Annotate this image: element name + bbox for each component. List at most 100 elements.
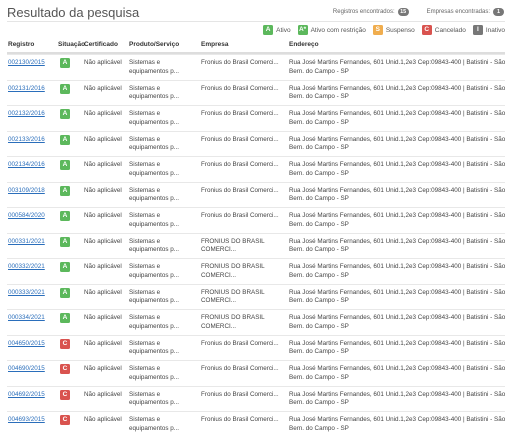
table-row: 000332/2021 A Não aplicável Sistemas e equip… [7,258,505,284]
certificado-cell: Não aplicável [84,416,122,423]
endereco-line: Bern. do Campo - SP [289,220,349,228]
situacao-cell: C [58,364,84,374]
empresa-line: Fronius do Brasil Comerci... [201,339,279,347]
registro-cell: 000333/2021 [8,289,58,298]
registro-link[interactable]: 003109/2018 [8,187,45,194]
registro-link[interactable]: 004692/2015 [8,391,45,398]
col-situacao[interactable]: Situação [58,41,85,50]
endereco-line: Bern. do Campo - SP [289,67,349,75]
produto-line: Sistemas e [129,84,161,92]
empresa-line: COMERCI... [201,246,236,253]
empresa-cell: Fronius do Brasil Comerci... [201,340,289,349]
situacao-cell: A [58,211,84,221]
status-badge: A [60,83,70,94]
registro-link[interactable]: 002134/2016 [8,161,45,168]
produto-line: equipamentos p... [129,399,180,406]
empresa-cell: Fronius do Brasil Comerci... [201,416,289,425]
status-badge: C [60,415,70,425]
endereco-cell: Rua José Martins Fernandes, 601 Unid.1,2… [289,110,505,127]
legend-status-icon: A [263,25,274,35]
status-badge: A [60,211,70,221]
table-row: 002134/2016 A Não aplicável Sistemas e equip… [7,156,505,182]
endereco-cell: Rua José Martins Fernandes, 601 Unid.1,2… [289,59,505,76]
endereco-cell: Rua José Martins Fernandes, 601 Unid.1,2… [289,289,505,306]
legend-status-icon: A* [297,25,308,35]
registro-link[interactable]: 004690/2015 [8,365,45,372]
endereco-line: Bern. do Campo - SP [289,195,349,202]
certificado-cell: Não aplicável [84,314,122,321]
table-row: 002132/2016 A Não aplicável Sistemas e equip… [7,105,505,131]
endereco-cell: Rua José Martins Fernandes, 601 Unid.1,2… [289,136,505,153]
registro-cell: 004693/2015 [8,416,58,425]
registro-link[interactable]: 000331/2021 [8,238,45,245]
endereco-line: Bern. do Campo - SP [289,399,349,406]
empresa-line: FRONIUS DO BRASIL [201,263,265,270]
registro-cell: 002133/2016 [8,136,58,145]
situacao-cell: A [58,83,84,94]
endereco-line: Rua José Martins Fernandes, 601 Unid.1,2… [289,416,505,423]
registro-link[interactable]: 002132/2016 [8,110,45,117]
registro-link[interactable]: 004693/2015 [8,416,45,423]
col-produto[interactable]: Produto/Serviço [129,41,201,50]
legend-label: Cancelado [434,26,466,34]
empresas-count: Empresas encontradas: 1 [427,8,504,16]
col-endereco[interactable]: Endereço [289,41,505,50]
empresa-cell: Fronius do Brasil Comerci... [201,391,289,400]
registro-link[interactable]: 000332/2021 [8,263,45,270]
endereco-line: Rua José Martins Fernandes, 601 Unid.1,2… [289,339,505,347]
registro-link[interactable]: 000334/2021 [8,314,45,321]
status-badge: A [60,134,70,145]
registro-link[interactable]: 002133/2016 [8,136,45,143]
table-row: 000333/2021 A Não aplicável Sistemas e equip… [7,283,505,310]
produto-cell: Sistemas e equipamentos p... [129,340,201,357]
col-registro[interactable]: Registro [8,41,58,50]
endereco-line: Rua José Martins Fernandes, 601 Unid.1,2… [289,390,505,398]
endereco-cell: Rua José Martins Fernandes, 601 Unid.1,2… [289,391,505,408]
registro-cell: 000334/2021 [8,314,58,323]
endereco-cell: Rua José Martins Fernandes, 601 Unid.1,2… [289,314,505,331]
empresa-cell: Fronius do Brasil Comerci... [201,161,289,170]
endereco-line: Rua José Martins Fernandes, 601 Unid.1,2… [289,314,505,321]
col-empresa[interactable]: Empresa [201,41,289,50]
certificado-cell: Não aplicável [84,212,122,219]
certificado-cell: Não aplicável [84,237,122,245]
status-badge: A [60,313,70,323]
endereco-line: Bern. do Campo - SP [289,93,349,100]
empresa-line: Fronius do Brasil Comerci... [201,186,279,194]
registro-cell: 003109/2018 [8,187,58,196]
certificado-cell: Não aplicável [84,365,122,372]
certificado-cell: Não aplicável [84,263,122,270]
endereco-cell: Rua José Martins Fernandes, 601 Unid.1,2… [289,212,505,229]
table-row: 003109/2018 A Não aplicável Sistemas e equip… [7,181,505,208]
col-certificado[interactable]: Certificado [84,41,129,50]
registro-link[interactable]: 002130/2015 [8,59,45,66]
registro-link[interactable]: 002131/2016 [8,85,45,92]
produto-line: equipamentos p... [129,322,180,330]
table-row: 004692/2015 C Não aplicável Sistemas e equip… [7,385,505,412]
empresa-line: FRONIUS DO BRASIL [201,237,265,245]
empresa-cell: Fronius do Brasil Comerci... [201,212,289,221]
endereco-line: Bern. do Campo - SP [289,322,349,330]
registro-cell: 002131/2016 [8,85,58,94]
endereco-line: Rua José Martins Fernandes, 601 Unid.1,2… [289,59,505,66]
registro-cell: 004692/2015 [8,391,58,400]
produto-cell: Sistemas e equipamentos p... [129,263,201,280]
registro-link[interactable]: 000584/2020 [8,212,45,219]
produto-line: Sistemas e [129,314,161,321]
table-row: 000334/2021 A Não aplicável Sistemas e equip… [7,309,505,335]
endereco-cell: Rua José Martins Fernandes, 601 Unid.1,2… [289,238,505,255]
title-divider [7,21,505,22]
status-badge: A [60,287,70,298]
situacao-cell: A [58,236,84,247]
endereco-cell: Rua José Martins Fernandes, 601 Unid.1,2… [289,161,505,178]
registro-link[interactable]: 000333/2021 [8,289,45,296]
empresa-cell: Fronius do Brasil Comerci... [201,365,289,374]
endereco-line: Bern. do Campo - SP [289,118,349,126]
certificado-cell: Não aplicável [84,186,122,194]
legend-item: C Cancelado [421,25,466,35]
certificado-cell: Não aplicável [84,110,122,117]
status-badge: C [60,338,70,349]
produto-line: equipamentos p... [129,246,180,253]
registro-link[interactable]: 004650/2015 [8,340,45,347]
empresa-line: Fronius do Brasil Comerci... [201,161,279,168]
